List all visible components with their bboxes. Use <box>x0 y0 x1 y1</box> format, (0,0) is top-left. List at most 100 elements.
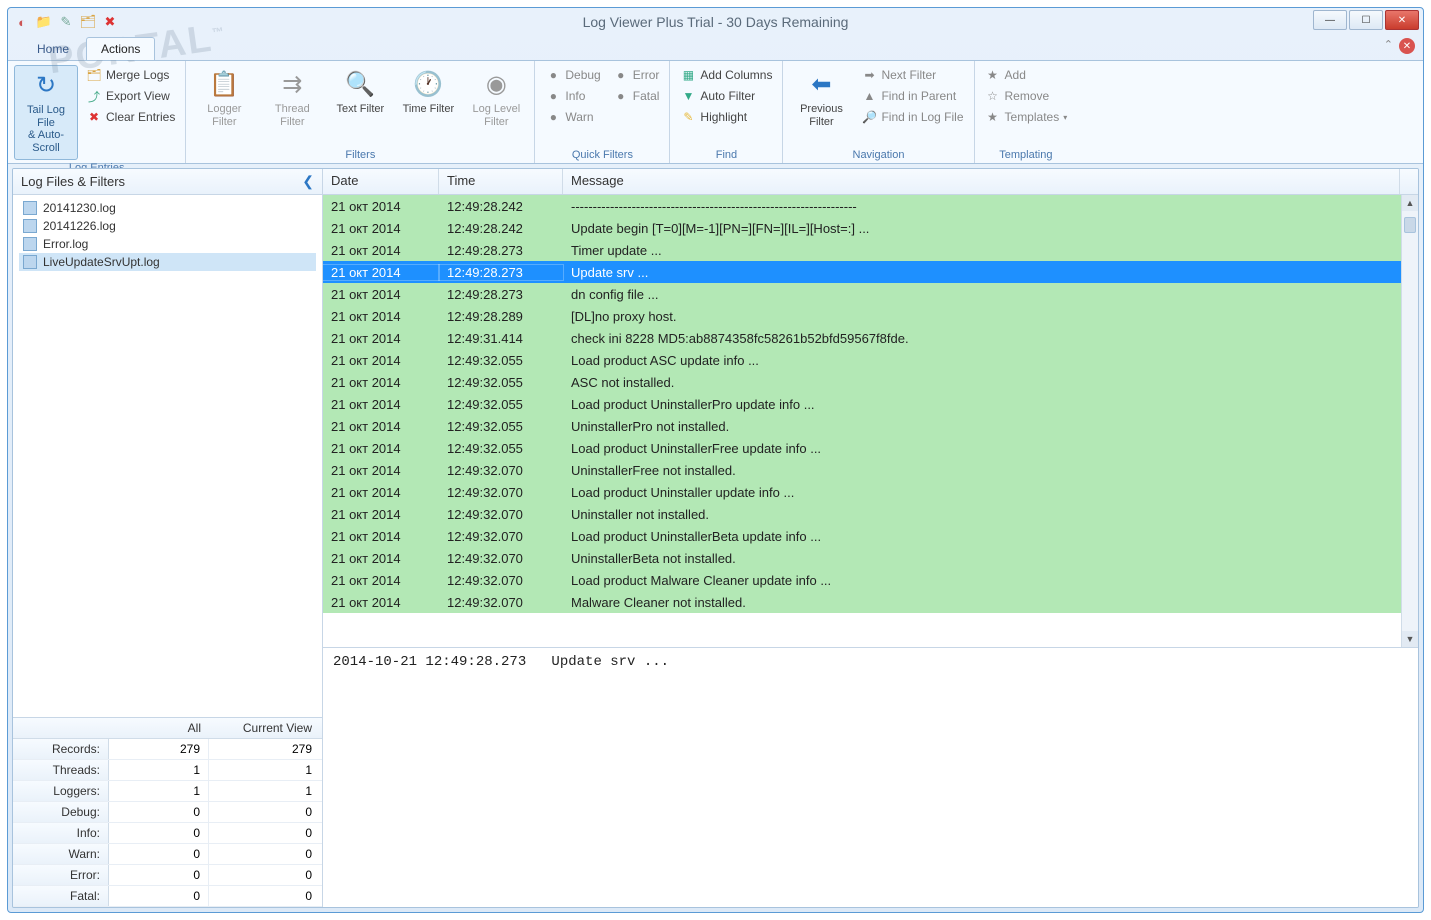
file-name: 20141230.log <box>43 201 116 215</box>
tab-home[interactable]: Home <box>22 37 84 60</box>
ribbon-group-label: Navigation <box>789 147 967 161</box>
arrow-left-icon: ⬅ <box>805 69 837 101</box>
highlight-icon: ✎ <box>680 109 696 125</box>
table-row[interactable]: 21 окт 201412:49:31.414check ini 8228 MD… <box>323 327 1401 349</box>
grid-body: 21 окт 201412:49:28.242-----------------… <box>323 195 1418 647</box>
table-row[interactable]: 21 окт 201412:49:28.289[DL]no proxy host… <box>323 305 1401 327</box>
warn-filter-button[interactable]: ●Warn <box>541 107 604 127</box>
table-row[interactable]: 21 окт 201412:49:32.070Load product Malw… <box>323 569 1401 591</box>
logger-filter-button[interactable]: 📋Logger Filter <box>192 65 256 132</box>
file-item[interactable]: 20141226.log <box>19 217 316 235</box>
info-filter-button[interactable]: ●Info <box>541 86 604 106</box>
error-filter-button[interactable]: ●Error <box>609 65 664 85</box>
table-row[interactable]: 21 окт 201412:49:32.055Load product Unin… <box>323 393 1401 415</box>
time-filter-button[interactable]: 🕐Time Filter <box>396 65 460 120</box>
tab-actions[interactable]: Actions <box>86 37 155 60</box>
close-button[interactable]: ✕ <box>1385 10 1419 30</box>
merge-logs-button[interactable]: 🗂Merge Logs <box>82 65 179 85</box>
find-in-parent-button[interactable]: ▲Find in Parent <box>857 86 967 106</box>
ribbon-group-navigation: ⬅Previous Filter ➡Next Filter ▲Find in P… <box>783 61 974 163</box>
collapse-left-icon[interactable]: ❮ <box>302 173 314 190</box>
star-icon: ★ <box>985 109 1001 125</box>
minimize-button[interactable]: — <box>1313 10 1347 30</box>
window-title: Log Viewer Plus Trial - 30 Days Remainin… <box>8 14 1423 30</box>
clear-icon: ✖ <box>86 109 102 125</box>
circle-icon: ● <box>613 88 629 104</box>
scroll-up-icon[interactable]: ▲ <box>1402 195 1418 211</box>
qat-close-icon[interactable]: ✖ <box>102 14 118 30</box>
template-add-button[interactable]: ★Add <box>981 65 1072 85</box>
qat-icon-1[interactable]: ◐ <box>14 14 30 30</box>
table-row[interactable]: 21 окт 201412:49:32.055Load product ASC … <box>323 349 1401 371</box>
next-filter-button[interactable]: ➡Next Filter <box>857 65 967 85</box>
circle-icon: ● <box>545 88 561 104</box>
levels-icon: ◉ <box>480 69 512 101</box>
thread-icon: ⇉ <box>276 69 308 101</box>
qat-icon-3[interactable]: ✎ <box>58 14 74 30</box>
tail-log-file-button[interactable]: ↻ Tail Log File & Auto-Scroll <box>14 65 78 160</box>
circle-icon: ● <box>613 67 629 83</box>
col-header-date[interactable]: Date <box>323 169 439 194</box>
merge-icon: 🗂 <box>86 67 102 83</box>
qat-folder-icon[interactable]: 📁 <box>36 14 52 30</box>
grid-header: Date Time Message <box>323 169 1418 195</box>
ribbon-group-templating: ★Add ☆Remove ★Templates ▾ Templating <box>975 61 1078 163</box>
previous-filter-button[interactable]: ⬅Previous Filter <box>789 65 853 132</box>
table-row[interactable]: 21 окт 201412:49:32.055ASC not installed… <box>323 371 1401 393</box>
ribbon-group-log-entries: ↻ Tail Log File & Auto-Scroll 🗂Merge Log… <box>8 61 186 163</box>
text-filter-button[interactable]: 🔍Text Filter <box>328 65 392 120</box>
fatal-filter-button[interactable]: ●Fatal <box>609 86 664 106</box>
left-pane-header: Log Files & Filters ❮ <box>13 169 322 195</box>
qat-folders-icon[interactable]: 🗂 <box>80 14 96 30</box>
table-row[interactable]: 21 окт 201412:49:28.273dn config file ..… <box>323 283 1401 305</box>
find-in-log-file-button[interactable]: 🔎Find in Log File <box>857 107 967 127</box>
maximize-button[interactable]: ☐ <box>1349 10 1383 30</box>
col-header-time[interactable]: Time <box>439 169 563 194</box>
stats-header: All Current View <box>13 718 322 739</box>
add-columns-button[interactable]: ▦Add Columns <box>676 65 776 85</box>
ribbon-group-find: ▦Add Columns ▼Auto Filter ✎Highlight Fin… <box>670 61 783 163</box>
table-row[interactable]: 21 окт 201412:49:32.070Uninstaller not i… <box>323 503 1401 525</box>
template-remove-button[interactable]: ☆Remove <box>981 86 1072 106</box>
table-row[interactable]: 21 окт 201412:49:28.242-----------------… <box>323 195 1401 217</box>
file-icon <box>23 237 37 251</box>
table-row[interactable]: 21 окт 201412:49:28.273Update srv ... <box>323 261 1401 283</box>
search-icon: 🔍 <box>344 69 376 101</box>
col-header-message[interactable]: Message <box>563 169 1400 194</box>
debug-filter-button[interactable]: ●Debug <box>541 65 604 85</box>
file-item[interactable]: Error.log <box>19 235 316 253</box>
table-row[interactable]: 21 окт 201412:49:28.273Timer update ... <box>323 239 1401 261</box>
table-row[interactable]: 21 окт 201412:49:28.242Update begin [T=0… <box>323 217 1401 239</box>
table-row[interactable]: 21 окт 201412:49:32.070Load product Unin… <box>323 525 1401 547</box>
ribbon: ↻ Tail Log File & Auto-Scroll 🗂Merge Log… <box>8 60 1423 164</box>
scroll-thumb[interactable] <box>1404 217 1416 233</box>
file-item[interactable]: LiveUpdateSrvUpt.log <box>19 253 316 271</box>
vertical-scrollbar[interactable]: ▲ ▼ <box>1401 195 1418 647</box>
table-row[interactable]: 21 окт 201412:49:32.070Malware Cleaner n… <box>323 591 1401 613</box>
scroll-down-icon[interactable]: ▼ <box>1402 631 1418 647</box>
ribbon-collapse-icon[interactable]: ⌃ <box>1384 38 1393 54</box>
star-add-icon: ★ <box>985 67 1001 83</box>
table-row[interactable]: 21 окт 201412:49:32.070UninstallerBeta n… <box>323 547 1401 569</box>
table-row[interactable]: 21 окт 201412:49:32.070Load product Unin… <box>323 481 1401 503</box>
export-view-button[interactable]: ⤴Export View <box>82 86 179 106</box>
table-row[interactable]: 21 окт 201412:49:32.055Load product Unin… <box>323 437 1401 459</box>
templates-dropdown[interactable]: ★Templates ▾ <box>981 107 1072 127</box>
columns-icon: ▦ <box>680 67 696 83</box>
main-pane: Date Time Message 21 окт 201412:49:28.24… <box>323 169 1418 907</box>
clear-entries-button[interactable]: ✖Clear Entries <box>82 107 179 127</box>
window-controls: — ☐ ✕ <box>1313 10 1419 30</box>
auto-filter-button[interactable]: ▼Auto Filter <box>676 86 776 106</box>
arrow-right-icon: ➡ <box>861 67 877 83</box>
thread-filter-button[interactable]: ⇉Thread Filter <box>260 65 324 132</box>
highlight-button[interactable]: ✎Highlight <box>676 107 776 127</box>
log-level-filter-button[interactable]: ◉Log Level Filter <box>464 65 528 132</box>
ribbon-close-icon[interactable]: ✕ <box>1399 38 1415 54</box>
file-item[interactable]: 20141230.log <box>19 199 316 217</box>
circle-icon: ● <box>545 109 561 125</box>
table-row[interactable]: 21 окт 201412:49:32.055UninstallerPro no… <box>323 415 1401 437</box>
body-area: Log Files & Filters ❮ 20141230.log 201412… <box>12 168 1419 908</box>
up-icon: ▲ <box>861 88 877 104</box>
stats-row: Fatal:00 <box>13 886 322 907</box>
table-row[interactable]: 21 окт 201412:49:32.070UninstallerFree n… <box>323 459 1401 481</box>
